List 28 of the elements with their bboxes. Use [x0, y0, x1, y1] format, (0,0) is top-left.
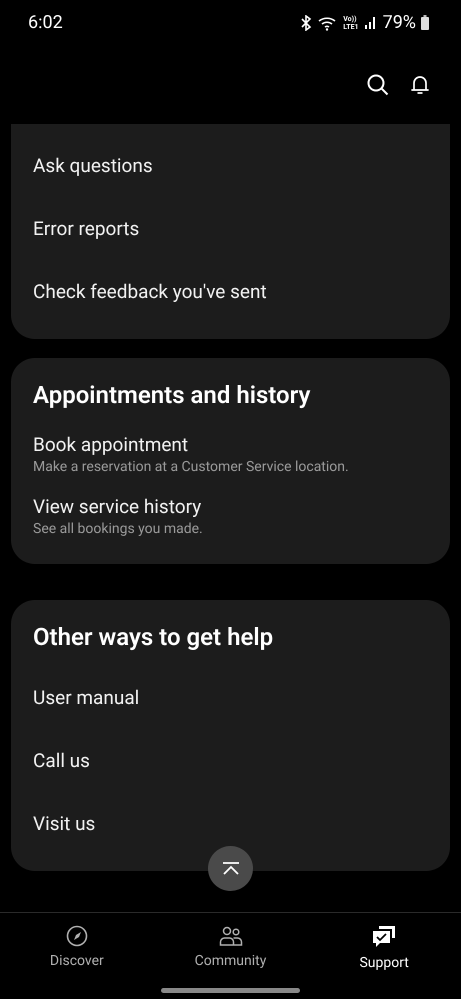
notification-bell-icon[interactable]: [411, 74, 429, 94]
nav-tab[interactable]: Discover: [0, 913, 154, 999]
menu-item[interactable]: View service history: [33, 495, 428, 519]
menu-item[interactable]: User manual: [33, 686, 140, 710]
menu-item-description: See all bookings you made.: [33, 520, 204, 539]
nav-tab[interactable]: Support: [307, 913, 461, 999]
wifi-icon: [318, 14, 338, 30]
menu-item[interactable]: Ask questions: [33, 154, 153, 178]
battery-percent: 79%: [382, 11, 416, 35]
bluetooth-icon: [299, 14, 314, 30]
nav-tab[interactable]: Community: [154, 913, 308, 999]
menu-item-description: Make a reservation at a Customer Service location.: [33, 458, 350, 477]
people-icon: [218, 925, 242, 947]
menu-item[interactable]: Book appointment: [33, 433, 428, 457]
compass-icon: [66, 925, 88, 947]
section-title: Other ways to get help: [33, 622, 274, 652]
menu-item[interactable]: Error reports: [33, 216, 140, 240]
signal-icon: [364, 16, 378, 30]
chat-check-icon: [372, 925, 396, 949]
battery-icon: [421, 15, 429, 30]
menu-item[interactable]: Visit us: [33, 812, 96, 836]
menu-item[interactable]: Check feedback you've sent: [33, 280, 267, 304]
menu-item[interactable]: Call us: [33, 748, 90, 772]
section-title: Appointments and history: [33, 380, 312, 410]
status-time: 6:02: [28, 11, 63, 35]
scroll-top-icon: [222, 862, 240, 876]
scroll-to-top-button[interactable]: [208, 846, 253, 891]
search-icon[interactable]: [367, 74, 389, 96]
